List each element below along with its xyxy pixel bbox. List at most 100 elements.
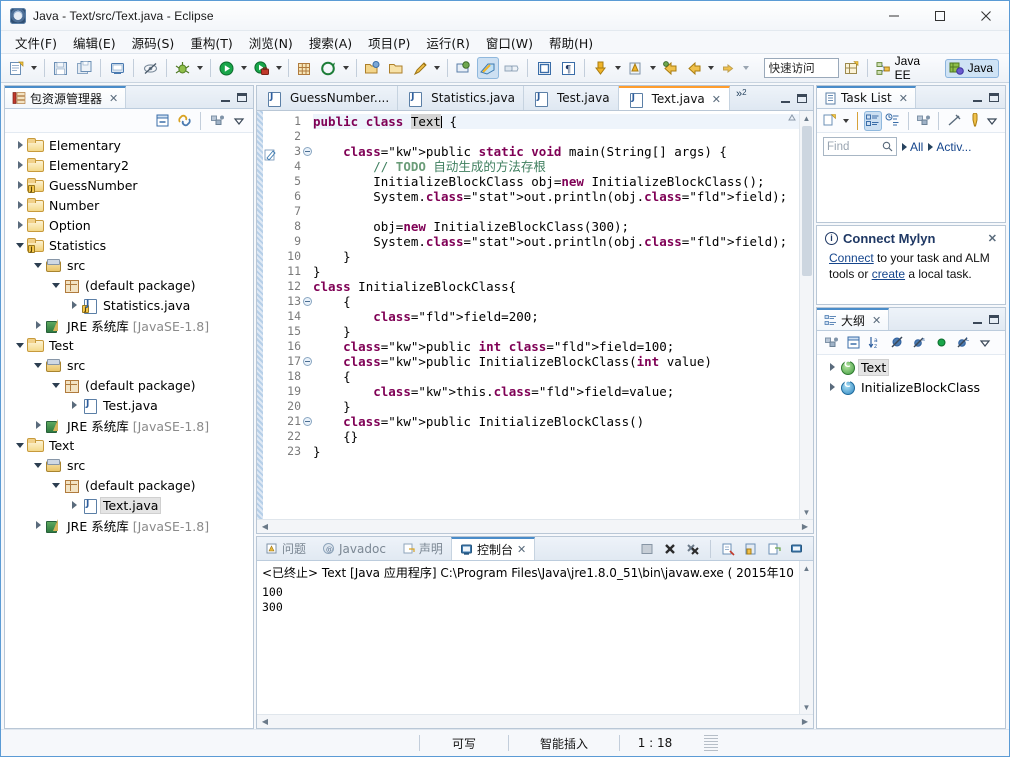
scrollbar-thumb[interactable] (801, 126, 812, 276)
console-output[interactable]: <已终止> Text [Java 应用程序] C:\Program Files\… (257, 561, 799, 714)
new-dropdown-icon[interactable] (29, 57, 40, 79)
close-button[interactable] (963, 1, 1009, 31)
scroll-up-icon[interactable]: ▲ (800, 111, 814, 125)
mylyn-create-link[interactable]: create (872, 267, 905, 281)
maximize-view-icon[interactable] (797, 93, 807, 103)
menu-navigate[interactable]: 浏览(N) (241, 31, 301, 54)
back-history-icon[interactable] (659, 57, 681, 79)
open-console-icon[interactable] (787, 539, 807, 559)
chevron-right-icon[interactable] (67, 401, 81, 409)
close-icon[interactable]: ✕ (872, 314, 881, 327)
maximize-button[interactable] (917, 1, 963, 31)
scroll-right-icon[interactable]: ▶ (798, 715, 812, 729)
last-edit-dropdown-icon[interactable] (647, 57, 658, 79)
open-perspective-icon[interactable] (840, 57, 862, 79)
console-tab-problems[interactable]: 问题 (257, 537, 314, 560)
hide-local-types-icon[interactable]: L (953, 333, 973, 353)
scroll-left-icon[interactable]: ◀ (258, 715, 272, 729)
new-task-icon[interactable] (821, 111, 839, 131)
editor-tab-test-java[interactable]: Test.java (524, 86, 619, 110)
code-line[interactable]: { (313, 294, 799, 309)
scroll-down-icon[interactable]: ▼ (800, 700, 814, 714)
console-tab-console[interactable]: 控制台 ✕ (450, 537, 536, 560)
code-line[interactable]: // TODO 自动生成的方法存根 (313, 159, 799, 174)
close-icon[interactable]: ✕ (988, 232, 997, 245)
view-menu-icon[interactable] (983, 111, 1001, 131)
maximize-view-icon[interactable] (237, 92, 247, 102)
last-edit-location-icon[interactable] (625, 57, 647, 79)
close-icon[interactable]: ✕ (517, 543, 526, 556)
code-line[interactable]: } (313, 444, 799, 459)
tree-item-src[interactable]: src (5, 455, 253, 475)
code-line[interactable]: } (313, 264, 799, 279)
chevron-right-icon[interactable] (31, 321, 45, 329)
outline-tree[interactable]: Text InitializeBlockClass (817, 355, 1005, 728)
next-member-icon[interactable] (590, 57, 612, 79)
categorized-presentation-icon[interactable] (863, 110, 882, 131)
chevron-right-icon[interactable] (13, 161, 27, 169)
chevron-down-icon[interactable] (49, 482, 63, 488)
view-menu-icon[interactable] (975, 333, 995, 353)
tab-task-list[interactable]: Task List ✕ (817, 86, 916, 108)
maximize-view-icon[interactable] (989, 92, 999, 102)
editor-tab-overflow[interactable]: » 2 (730, 86, 751, 110)
editor-tab-statistics-java[interactable]: Statistics.java (398, 86, 524, 110)
external-tools-dropdown-icon[interactable] (273, 57, 284, 79)
menu-source[interactable]: 源码(S) (124, 31, 183, 54)
menu-help[interactable]: 帮助(H) (541, 31, 601, 54)
code-line[interactable]: class="kw">public int class="fld">field=… (313, 339, 799, 354)
save-icon[interactable] (50, 57, 72, 79)
menu-file[interactable]: 文件(F) (7, 31, 65, 54)
console-tab-declaration[interactable]: 声明 (394, 537, 451, 560)
previous-edit-icon[interactable] (476, 57, 499, 79)
tree-item-jre-[interactable]: JRE 系统库 [JavaSE-1.8] (5, 415, 253, 435)
menu-refactor[interactable]: 重构(T) (182, 31, 240, 54)
run-dropdown-icon[interactable] (238, 57, 249, 79)
quick-access-input[interactable]: 快速访问 (763, 58, 840, 78)
code-line[interactable]: System.class="stat">out.println(obj.clas… (313, 234, 799, 249)
deactivate-task-icon[interactable] (945, 111, 963, 131)
new-class-dropdown-icon[interactable] (341, 57, 352, 79)
tree-item--default-package-[interactable]: (default package) (5, 375, 253, 395)
scroll-lock-icon[interactable] (718, 539, 738, 559)
code-line[interactable]: obj=new InitializeBlockClass(300); (313, 219, 799, 234)
run-icon[interactable] (216, 57, 238, 79)
editor-horizontal-scrollbar[interactable]: ◀ ▶ (257, 519, 813, 533)
code-line[interactable]: } (313, 249, 799, 264)
next-annotation-icon[interactable] (453, 57, 475, 79)
tree-item-jre-[interactable]: JRE 系统库 [JavaSE-1.8] (5, 315, 253, 335)
task-find-input[interactable]: Find (823, 137, 897, 156)
code-line[interactable] (313, 129, 799, 144)
close-icon[interactable]: ✕ (109, 92, 118, 105)
view-menu-filter-icon[interactable] (207, 111, 227, 131)
task-filter-all[interactable]: All (902, 140, 923, 154)
tree-item-text-java[interactable]: Text.java (5, 495, 253, 515)
tree-item--default-package-[interactable]: (default package) (5, 475, 253, 495)
chevron-down-icon[interactable] (13, 442, 27, 448)
tree-item-test[interactable]: Test (5, 335, 253, 355)
hide-nonpublic-icon[interactable] (931, 333, 951, 353)
console-vertical-scrollbar[interactable]: ▲ ▼ (799, 561, 813, 714)
search-dropdown-icon[interactable] (432, 57, 443, 79)
toggle-mark-occurrences-icon[interactable] (139, 57, 161, 79)
code-line[interactable]: class="kw">this.class="fld">field=value; (313, 384, 799, 399)
chevron-right-icon[interactable] (13, 181, 27, 189)
code-line[interactable]: class="kw">public static void main(Strin… (313, 144, 799, 159)
package-explorer-tree[interactable]: Elementary Elementary2 J GuessNumber Number O… (5, 133, 253, 728)
view-menu-icon[interactable] (229, 111, 249, 131)
collapse-all-icon[interactable] (843, 333, 863, 353)
chevron-right-icon[interactable] (13, 201, 27, 209)
run-external-tools-icon[interactable] (250, 57, 272, 79)
scroll-right-icon[interactable]: ▶ (798, 520, 812, 534)
code-line[interactable]: { (313, 369, 799, 384)
minimize-view-icon[interactable] (781, 94, 790, 103)
chevron-right-icon[interactable] (825, 383, 839, 391)
pin-console-icon[interactable] (741, 539, 761, 559)
sort-icon[interactable]: a z (865, 333, 885, 353)
fold-toggle-icon[interactable] (303, 297, 312, 306)
mylyn-connect-link[interactable]: Connect (829, 251, 874, 265)
debug-icon[interactable] (172, 57, 194, 79)
clear-console-icon[interactable] (637, 539, 657, 559)
code-line[interactable]: } (313, 399, 799, 414)
next-member-dropdown-icon[interactable] (613, 57, 624, 79)
